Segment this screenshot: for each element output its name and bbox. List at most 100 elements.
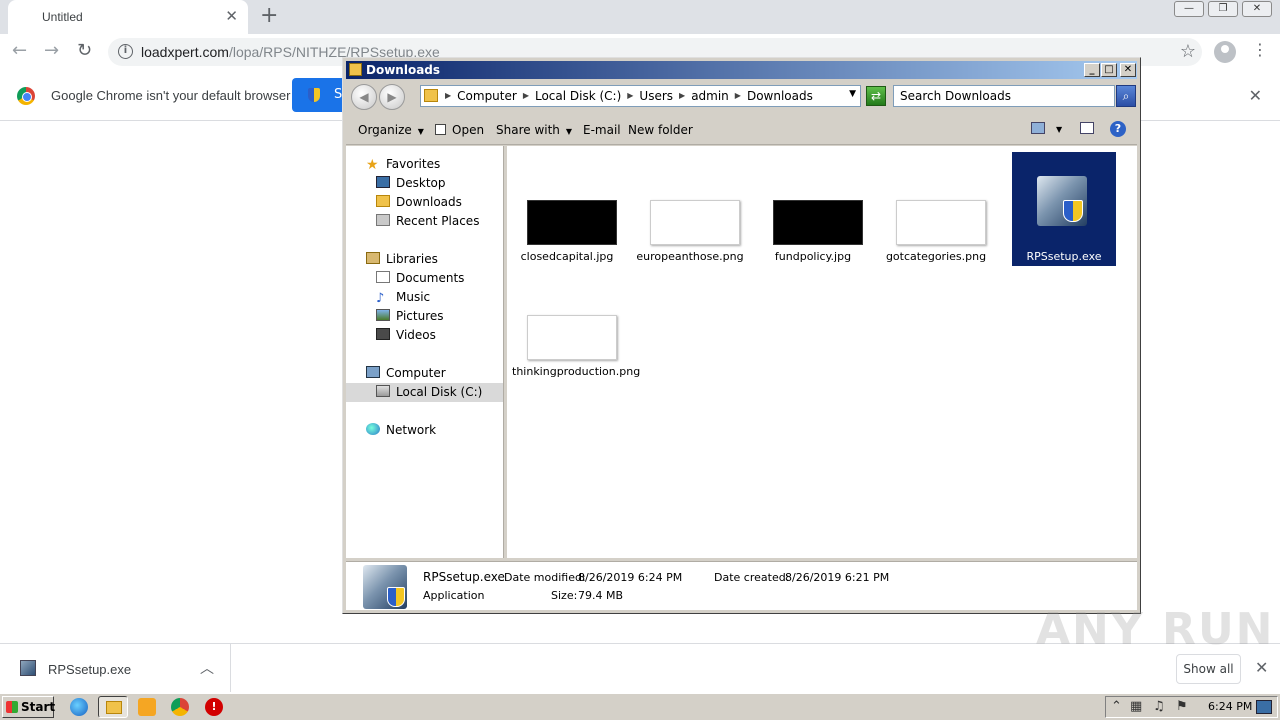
show-hidden-icons-icon[interactable]: ⌃ xyxy=(1111,699,1122,714)
file-name: closedcapital.jpg xyxy=(520,250,614,263)
chrome-logo-icon xyxy=(17,87,35,105)
navigation-pane: ★ Favorites Desktop Downloads Recent Plac… xyxy=(346,146,504,558)
chevron-down-icon[interactable]: ▼ xyxy=(849,89,856,99)
crumb-computer[interactable]: Computer xyxy=(457,89,517,103)
infobar-close-icon[interactable]: ✕ xyxy=(1249,86,1262,105)
help-icon[interactable]: ? xyxy=(1110,121,1126,137)
file-name: RPSsetup.exe xyxy=(1026,250,1102,263)
breadcrumb[interactable]: ▶ Computer ▶ Local Disk (C:) ▶ Users ▶ a… xyxy=(420,85,861,107)
maximize-icon[interactable]: □ xyxy=(1101,63,1117,77)
profile-avatar-icon[interactable] xyxy=(1214,41,1236,63)
download-item[interactable]: RPSsetup.exe ︿ xyxy=(0,644,231,692)
forward-arrow-icon[interactable]: → xyxy=(44,42,59,60)
new-folder-button[interactable]: New folder xyxy=(628,123,693,137)
details-modified-label: Date modified: xyxy=(504,571,586,584)
desktop-stage: Untitled ✕ + — ❐ ✕ ← → ↻ i loadxpert.com… xyxy=(0,0,1280,720)
nav-music[interactable]: ♪ Music xyxy=(376,288,430,307)
share-with-button[interactable]: Share with ▼ xyxy=(496,123,572,137)
nav-favorites[interactable]: ★ Favorites xyxy=(366,155,440,174)
show-desktop-icon[interactable] xyxy=(1256,700,1272,714)
file-item-selected[interactable]: RPSsetup.exe xyxy=(1012,152,1116,266)
nav-network[interactable]: Network xyxy=(366,421,436,440)
tab-close-icon[interactable]: ✕ xyxy=(225,8,238,24)
crumb-local-disk[interactable]: Local Disk (C:) xyxy=(535,89,621,103)
search-icon[interactable]: ⌕ xyxy=(1116,85,1136,107)
recent-places-icon xyxy=(376,214,390,226)
open-button[interactable]: Open xyxy=(435,123,484,137)
minimize-icon[interactable]: — xyxy=(1174,1,1204,17)
file-item[interactable]: gotcategories.png xyxy=(884,152,988,266)
nav-downloads[interactable]: Downloads xyxy=(376,193,462,212)
explorer-address-row: ◀ ▶ ▶ Computer ▶ Local Disk (C:) ▶ Users… xyxy=(346,81,1137,113)
explorer-titlebar[interactable]: Downloads _ □ ✕ xyxy=(346,61,1137,79)
image-thumbnail xyxy=(773,200,863,245)
file-item[interactable]: fundpolicy.jpg xyxy=(761,152,865,266)
close-icon[interactable]: ✕ xyxy=(1120,63,1136,77)
chevron-up-icon[interactable]: ︿ xyxy=(200,658,214,678)
start-button[interactable]: Start xyxy=(2,696,55,718)
folder-icon xyxy=(424,89,438,102)
shelf-close-icon[interactable]: ✕ xyxy=(1255,658,1268,677)
info-icon[interactable]: i xyxy=(118,44,133,59)
preview-pane-icon[interactable] xyxy=(1080,122,1094,134)
file-item[interactable]: thinkingproduction.png xyxy=(512,267,641,381)
file-name: thinkingproduction.png xyxy=(512,365,641,378)
image-thumbnail xyxy=(650,200,740,245)
back-arrow-icon[interactable]: ◀ xyxy=(351,84,377,110)
forward-arrow-icon[interactable]: ▶ xyxy=(379,84,405,110)
reload-icon[interactable]: ↻ xyxy=(77,42,92,60)
system-tray: ⌃ ▦ ♫ ⚑ 6:24 PM xyxy=(1105,696,1278,718)
organize-button[interactable]: Organize ▼ xyxy=(358,123,424,137)
close-icon[interactable]: ✕ xyxy=(1242,1,1272,17)
media-player-icon[interactable] xyxy=(138,698,156,716)
bookmark-star-icon[interactable]: ☆ xyxy=(1180,41,1196,62)
nav-documents[interactable]: Documents xyxy=(376,269,464,288)
file-name: gotcategories.png xyxy=(885,250,987,263)
nav-computer[interactable]: Computer xyxy=(366,364,446,383)
back-arrow-icon[interactable]: ← xyxy=(12,42,27,60)
chrome-menu-icon[interactable]: ⋮ xyxy=(1252,42,1268,58)
nav-libraries[interactable]: Libraries xyxy=(366,250,438,269)
local-disk-icon xyxy=(376,385,390,397)
volume-icon[interactable]: ♫ xyxy=(1153,699,1165,714)
minimize-icon[interactable]: _ xyxy=(1084,63,1100,77)
network-tray-icon[interactable]: ▦ xyxy=(1130,699,1142,714)
file-item[interactable]: closedcapital.jpg xyxy=(515,152,619,266)
nav-pictures[interactable]: Pictures xyxy=(376,307,444,326)
details-created-label: Date created: xyxy=(714,571,790,584)
nav-videos[interactable]: Videos xyxy=(376,326,436,345)
crumb-admin[interactable]: admin xyxy=(691,89,729,103)
browser-tab[interactable]: Untitled ✕ xyxy=(8,0,248,34)
file-name: europeanthose.png xyxy=(636,250,744,263)
restore-icon[interactable]: ❐ xyxy=(1208,1,1238,17)
view-options-chevron-icon[interactable]: ▼ xyxy=(1056,125,1062,134)
chrome-icon[interactable] xyxy=(171,698,189,716)
new-tab-icon[interactable]: + xyxy=(260,5,278,27)
crumb-users[interactable]: Users xyxy=(639,89,673,103)
refresh-icon[interactable]: ⇄ xyxy=(866,86,886,106)
nav-recent-places[interactable]: Recent Places xyxy=(376,212,479,231)
change-view-icon[interactable] xyxy=(1031,122,1045,134)
internet-explorer-icon[interactable] xyxy=(70,698,88,716)
file-item[interactable]: europeanthose.png xyxy=(636,152,744,266)
image-thumbnail xyxy=(896,200,986,245)
stop-icon[interactable]: ! xyxy=(205,698,223,716)
desktop-icon xyxy=(376,176,390,188)
libraries-icon xyxy=(366,252,380,264)
nav-desktop[interactable]: Desktop xyxy=(376,174,446,193)
crumb-downloads[interactable]: Downloads xyxy=(747,89,813,103)
show-all-button[interactable]: Show all xyxy=(1176,654,1241,684)
nav-local-disk[interactable]: Local Disk (C:) xyxy=(346,383,503,402)
clock[interactable]: 6:24 PM xyxy=(1208,700,1252,713)
image-thumbnail xyxy=(527,315,617,360)
details-file-name: RPSsetup.exe xyxy=(423,570,505,584)
action-center-flag-icon[interactable]: ⚑ xyxy=(1176,699,1188,714)
file-explorer-icon[interactable] xyxy=(98,696,128,718)
watermark-logo: ANY RUN xyxy=(1036,604,1275,655)
downloads-folder-icon xyxy=(376,195,390,207)
computer-icon xyxy=(366,366,380,378)
search-input[interactable]: Search Downloads xyxy=(893,85,1115,107)
breadcrumb-items: ▶ Computer ▶ Local Disk (C:) ▶ Users ▶ a… xyxy=(445,89,813,103)
email-button[interactable]: E-mail xyxy=(583,123,621,137)
details-created-value: 8/26/2019 6:21 PM xyxy=(785,571,890,584)
